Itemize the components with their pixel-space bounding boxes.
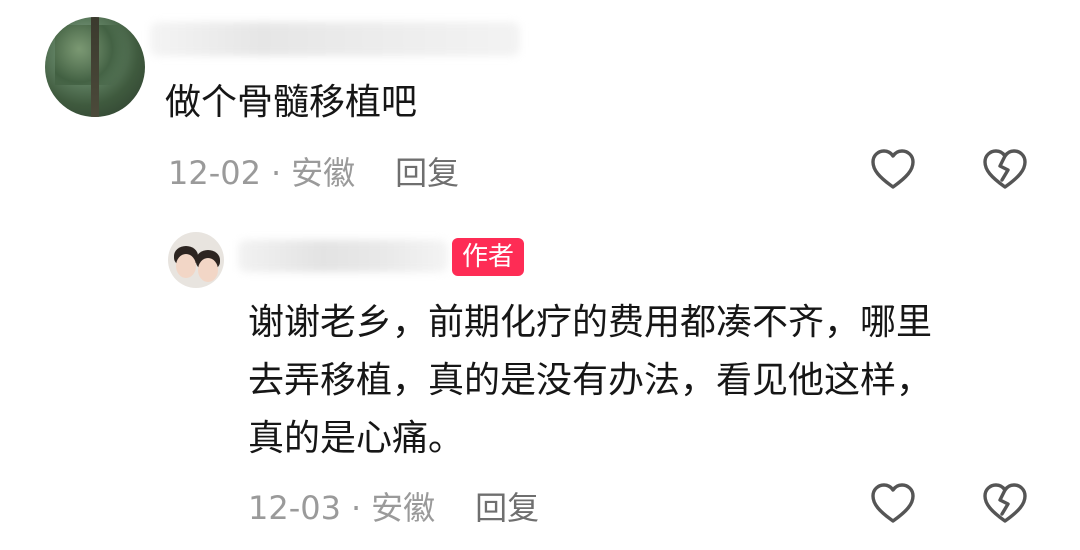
commenter-avatar[interactable] <box>45 17 145 117</box>
heart-outline-icon <box>871 483 915 523</box>
author-badge: 作者 <box>452 238 525 276</box>
reply-button[interactable]: 回复 <box>475 489 539 527</box>
meta-separator: · <box>350 489 362 527</box>
comment-date: 12-02 <box>168 154 261 192</box>
heart-outline-icon <box>871 149 915 189</box>
reply-text-line: 去弄移植，真的是没有办法，看见他这样， <box>248 360 933 401</box>
author-avatar[interactable] <box>168 232 224 288</box>
reply-text-line: 真的是心痛。 <box>248 418 465 459</box>
reply-location: 安徽 <box>371 489 436 527</box>
comment-location: 安徽 <box>291 154 356 192</box>
dislike-button[interactable] <box>981 480 1029 528</box>
commenter-username-blurred[interactable] <box>150 22 520 56</box>
reply-button[interactable]: 回复 <box>395 154 459 192</box>
reply-text-line: 谢谢老乡，前期化疗的费用都凑不齐，哪里 <box>248 302 933 343</box>
comment-meta: 12-02 · 安徽 回复 <box>168 148 459 194</box>
meta-separator: · <box>270 154 282 192</box>
reply-text: 谢谢老乡，前期化疗的费用都凑不齐，哪里 去弄移植，真的是没有办法，看见他这样， … <box>248 294 932 468</box>
like-button[interactable] <box>869 146 917 194</box>
like-button[interactable] <box>869 480 917 528</box>
comment-text: 做个骨髓移植吧 <box>165 82 418 123</box>
broken-heart-icon <box>983 149 1027 189</box>
reply-meta: 12-03 · 安徽 回复 <box>248 483 539 529</box>
dislike-button[interactable] <box>981 146 1029 194</box>
author-username-blurred[interactable] <box>238 240 448 272</box>
reply-date: 12-03 <box>248 489 341 527</box>
broken-heart-icon <box>983 483 1027 523</box>
